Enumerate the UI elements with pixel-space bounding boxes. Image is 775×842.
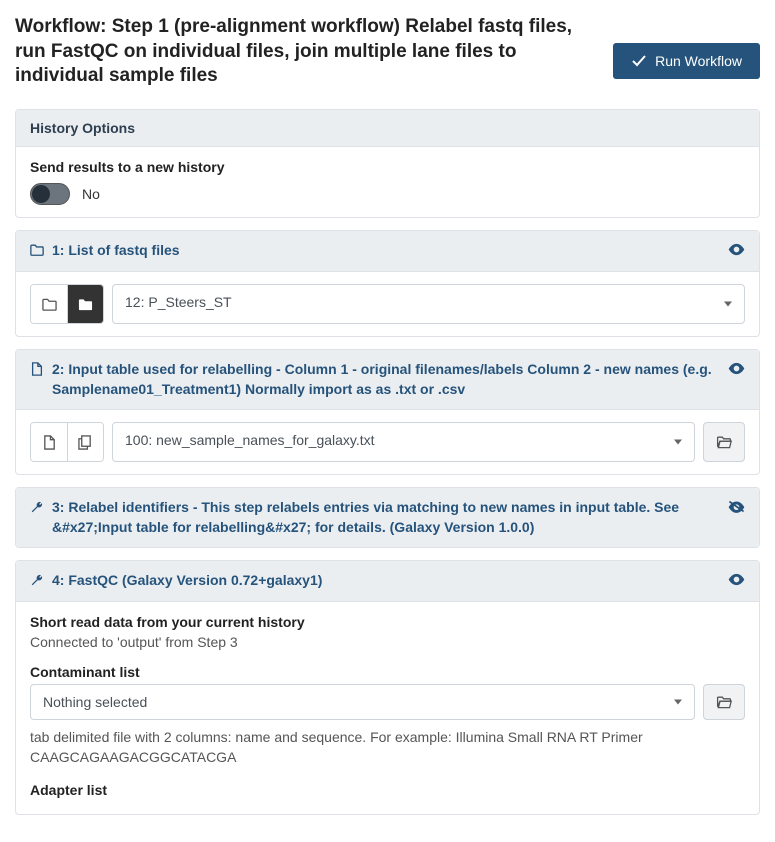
step4-header[interactable]: 4: FastQC (Galaxy Version 0.72+galaxy1)	[16, 561, 759, 602]
step4-panel: 4: FastQC (Galaxy Version 0.72+galaxy1) …	[15, 560, 760, 814]
contaminant-help: tab delimited file with 2 columns: name …	[30, 728, 745, 767]
eye-icon[interactable]	[728, 241, 745, 261]
short-read-label: Short read data from your current histor…	[30, 614, 745, 630]
connected-text: Connected to 'output' from Step 3	[30, 634, 745, 650]
file-icon	[30, 362, 44, 379]
history-options-header: History Options	[16, 110, 759, 147]
step3-header[interactable]: 3: Relabel identifiers - This step relab…	[16, 488, 759, 547]
browse-button[interactable]	[703, 684, 745, 720]
history-options-panel: History Options Send results to a new hi…	[15, 109, 760, 218]
step1-mode-group	[30, 284, 104, 324]
folder-filled-button[interactable]	[67, 285, 103, 323]
run-workflow-button[interactable]: Run Workflow	[613, 43, 760, 79]
step1-panel: 1: List of fastq files 12: P_Steers_ST	[15, 230, 760, 337]
multi-file-button[interactable]	[67, 423, 103, 461]
step2-panel: 2: Input table used for relabelling - Co…	[15, 349, 760, 475]
send-results-value: No	[82, 186, 100, 202]
wrench-icon	[30, 573, 44, 590]
single-file-button[interactable]	[31, 423, 67, 461]
contaminant-select[interactable]: Nothing selected	[30, 684, 695, 720]
page-title: Workflow: Step 1 (pre-alignment workflow…	[15, 15, 598, 89]
folder-outline-button[interactable]	[31, 285, 67, 323]
send-results-toggle[interactable]	[30, 183, 70, 205]
eye-off-icon[interactable]	[728, 498, 745, 518]
adapter-label: Adapter list	[30, 782, 745, 798]
folder-icon	[30, 243, 44, 260]
step2-header[interactable]: 2: Input table used for relabelling - Co…	[16, 350, 759, 410]
send-results-label: Send results to a new history	[30, 159, 745, 175]
run-workflow-label: Run Workflow	[655, 53, 742, 69]
browse-button[interactable]	[703, 422, 745, 462]
step3-panel: 3: Relabel identifiers - This step relab…	[15, 487, 760, 548]
step1-header[interactable]: 1: List of fastq files	[16, 231, 759, 272]
wrench-icon	[30, 500, 44, 517]
step2-select[interactable]: 100: new_sample_names_for_galaxy.txt	[112, 422, 695, 462]
step2-mode-group	[30, 422, 104, 462]
step1-select[interactable]: 12: P_Steers_ST	[112, 284, 745, 324]
eye-icon[interactable]	[728, 360, 745, 380]
contaminant-label: Contaminant list	[30, 664, 745, 680]
eye-icon[interactable]	[728, 571, 745, 591]
